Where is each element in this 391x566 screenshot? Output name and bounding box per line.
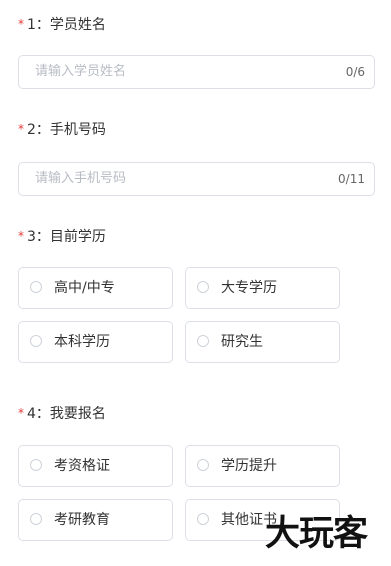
education-option-graduate[interactable]: 研究生 — [185, 321, 340, 363]
radio-circle-icon — [30, 513, 42, 525]
radio-circle-icon — [197, 335, 209, 347]
phone-number-char-counter: 0/11 — [338, 172, 365, 186]
radio-circle-icon — [197, 281, 209, 293]
question-2-label: * 2：手机号码 — [18, 120, 106, 140]
watermark-logo: 大玩客 — [265, 513, 368, 554]
option-label: 学历提升 — [221, 458, 277, 474]
option-label: 大专学历 — [221, 280, 277, 296]
option-label: 高中/中专 — [54, 280, 115, 296]
option-label: 考研教育 — [54, 512, 110, 528]
radio-circle-icon — [197, 513, 209, 525]
education-option-junior-college[interactable]: 大专学历 — [185, 267, 340, 309]
question-3-text: 3：目前学历 — [27, 229, 106, 245]
phone-number-input[interactable]: 请输入手机号码 0/11 — [18, 162, 375, 196]
option-label: 研究生 — [221, 334, 263, 350]
required-mark: * — [18, 406, 24, 420]
question-4-label: * 4：我要报名 — [18, 404, 106, 424]
phone-number-placeholder: 请输入手机号码 — [35, 171, 127, 186]
student-name-char-counter: 0/6 — [345, 65, 365, 79]
enroll-option-postgraduate-exam[interactable]: 考研教育 — [18, 499, 173, 541]
required-mark: * — [18, 229, 24, 243]
question-1-text: 1：学员姓名 — [27, 17, 106, 33]
radio-circle-icon — [197, 459, 209, 471]
required-mark: * — [18, 122, 24, 136]
registration-form: * 1：学员姓名 请输入学员姓名 0/6 * 2：手机号码 请输入手机号码 0/11… — [0, 0, 391, 566]
question-3-label: * 3：目前学历 — [18, 227, 106, 247]
question-2-text: 2：手机号码 — [27, 122, 106, 138]
option-label: 考资格证 — [54, 458, 110, 474]
education-option-high-school[interactable]: 高中/中专 — [18, 267, 173, 309]
radio-circle-icon — [30, 281, 42, 293]
radio-circle-icon — [30, 459, 42, 471]
question-1-label: * 1：学员姓名 — [18, 15, 106, 35]
enroll-option-degree-upgrade[interactable]: 学历提升 — [185, 445, 340, 487]
required-mark: * — [18, 17, 24, 31]
question-4-text: 4：我要报名 — [27, 406, 106, 422]
enroll-option-certificate-exam[interactable]: 考资格证 — [18, 445, 173, 487]
option-label: 本科学历 — [54, 334, 110, 350]
radio-circle-icon — [30, 335, 42, 347]
student-name-placeholder: 请输入学员姓名 — [35, 64, 127, 79]
student-name-input[interactable]: 请输入学员姓名 0/6 — [18, 55, 375, 89]
education-option-bachelor[interactable]: 本科学历 — [18, 321, 173, 363]
